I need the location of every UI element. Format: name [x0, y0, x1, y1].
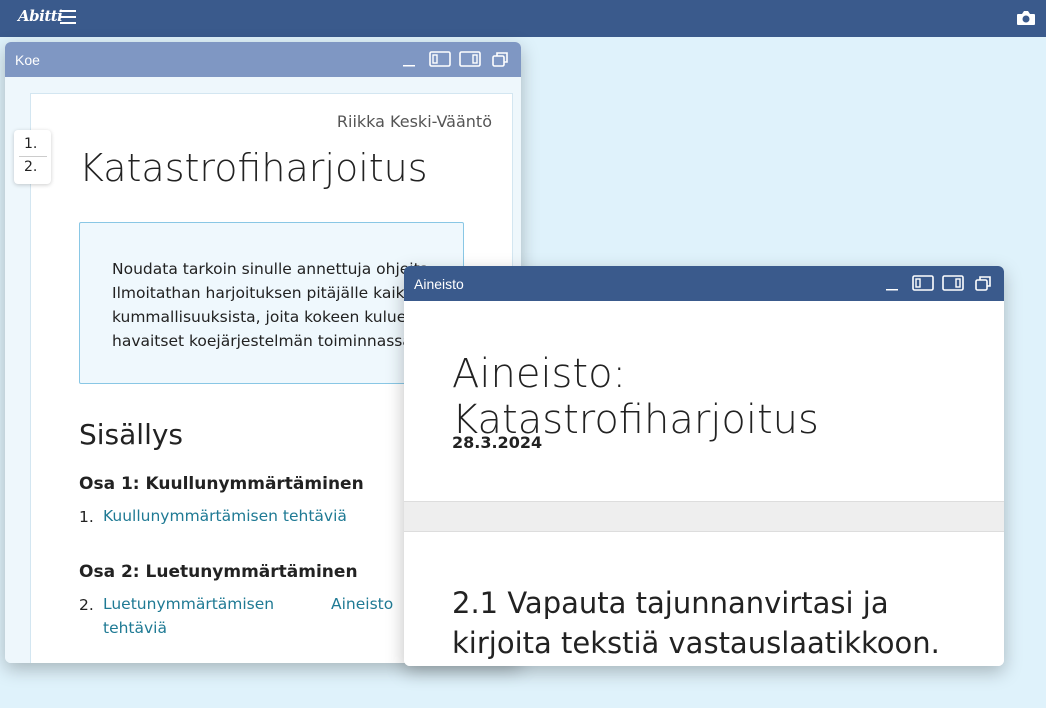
toc-link-line: Luetunymmärtämisen: [103, 595, 275, 613]
task-heading: 2.1 Vapauta tajunnanvirtasi ja kirjoita …: [452, 583, 972, 663]
aineisto-window: Aineisto Aineisto: Katastrofiharjoitus 2…: [404, 266, 1004, 666]
toc-title: Sisällys: [79, 418, 184, 451]
aineisto-heading: Aineisto: Katastrofiharjoitus: [452, 351, 819, 443]
aineisto-date: 28.3.2024: [452, 433, 543, 452]
author-name: Riikka Keski-Vääntö: [336, 112, 492, 131]
toc-number: 2.: [79, 596, 94, 614]
task-heading-line: kirjoita tekstiä vastauslaatikkoon.: [452, 626, 940, 660]
abitti-logo: Abitti: [18, 7, 63, 25]
aineisto-window-title: Aineisto: [414, 275, 464, 292]
aineisto-titlebar[interactable]: Aineisto: [404, 266, 1004, 301]
aineisto-content[interactable]: Aineisto: Katastrofiharjoitus 28.3.2024 …: [404, 301, 1004, 666]
toc-number: 1.: [79, 508, 94, 526]
task-heading-line: 2.1 Vapauta tajunnanvirtasi ja: [452, 586, 889, 620]
minimize-icon[interactable]: [399, 50, 421, 68]
question-nav-item[interactable]: 1.: [24, 136, 37, 152]
question-nav-item[interactable]: 2.: [24, 159, 37, 175]
dock-left-icon[interactable]: [912, 274, 934, 292]
top-bar: Abitti: [0, 0, 1046, 37]
hamburger-menu-icon[interactable]: [60, 10, 76, 24]
koe-titlebar[interactable]: Koe: [5, 42, 521, 77]
dock-right-icon[interactable]: [459, 50, 481, 68]
exam-title: Katastrofiharjoitus: [79, 146, 428, 190]
part-1-title: Osa 1: Kuullunymmärtäminen: [79, 474, 364, 494]
toc-link-aineisto[interactable]: Aineisto: [331, 592, 393, 616]
toc-link-kuullunymmartaminen[interactable]: Kuullunymmärtämisen tehtäviä: [103, 504, 347, 528]
divider: [19, 156, 47, 157]
dock-right-icon[interactable]: [942, 274, 964, 292]
minimize-icon[interactable]: [882, 274, 904, 292]
part-2-title: Osa 2: Luetunymmärtäminen: [79, 562, 358, 582]
toc-link-line: tehtäviä: [103, 619, 167, 637]
question-navigator: 1. 2.: [14, 130, 51, 184]
restore-window-icon[interactable]: [972, 274, 994, 292]
dock-left-icon[interactable]: [429, 50, 451, 68]
section-divider: [404, 501, 1004, 532]
toc-link-luetunymmartaminen[interactable]: Luetunymmärtämisen tehtäviä: [103, 592, 274, 640]
camera-icon[interactable]: [1016, 10, 1036, 26]
restore-window-icon[interactable]: [489, 50, 511, 68]
koe-window-title: Koe: [15, 51, 40, 68]
